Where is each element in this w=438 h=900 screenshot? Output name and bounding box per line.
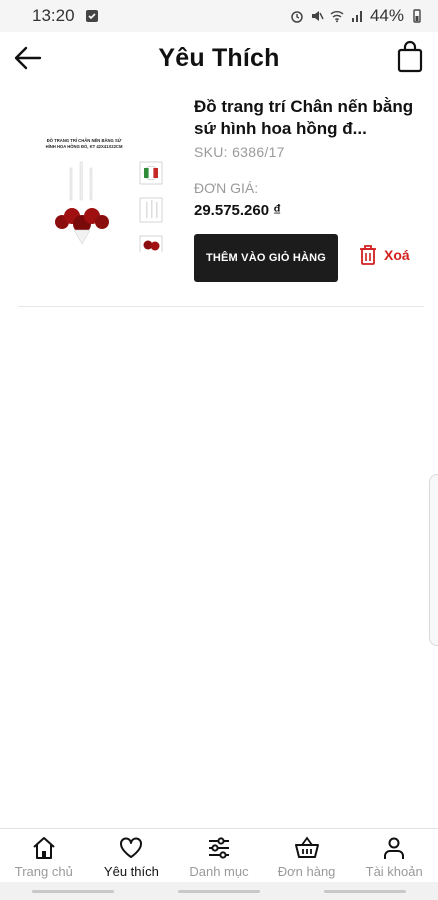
- remove-label: Xoá: [384, 247, 410, 263]
- gesture-pill: [178, 889, 260, 893]
- system-gesture-bar: [0, 882, 438, 900]
- mute-icon: [311, 11, 324, 21]
- nav-label: Trang chủ: [14, 864, 73, 879]
- basket-icon: [294, 836, 319, 858]
- bottom-nav: Trang chủ Yêu thích Danh mục Đơn hàng Tà…: [0, 828, 438, 883]
- remove-button[interactable]: Xoá: [358, 244, 410, 266]
- nav-item-categories[interactable]: Danh mục: [175, 829, 263, 883]
- battery-icon: [413, 9, 421, 23]
- app-bar: Yêu Thích: [0, 32, 438, 84]
- user-icon: [384, 837, 405, 859]
- battery-percent: 44%: [369, 6, 404, 25]
- nav-item-home[interactable]: Trang chủ: [0, 829, 88, 883]
- nav-label: Tài khoản: [365, 864, 423, 879]
- nav-item-account[interactable]: Tài khoản: [350, 829, 438, 883]
- product-name[interactable]: Đồ trang trí Chân nến bằng sứ hình hoa h…: [194, 96, 420, 140]
- item-divider: [18, 306, 424, 307]
- trash-icon: [360, 245, 376, 265]
- back-arrow-icon[interactable]: [12, 42, 44, 74]
- download-check-icon: [85, 10, 98, 22]
- status-bar: 13:20 44%: [0, 0, 438, 32]
- edge-panel-handle[interactable]: [429, 474, 438, 646]
- product-price: 29.575.260 ₫: [194, 202, 281, 219]
- thumbnail-caption-line1: ĐỒ TRANG TRÍ CHÂN NẾN BẰNG SỨ: [47, 138, 122, 143]
- page-title: Yêu Thích: [158, 43, 280, 72]
- wifi-icon: [330, 11, 344, 23]
- status-time: 13:20: [32, 6, 75, 25]
- gesture-pill: [324, 889, 406, 893]
- wishlist-item: ĐỒ TRANG TRÍ CHÂN NẾN BẰNG SỨ HÌNH HOA H…: [18, 92, 424, 304]
- shopping-bag-icon[interactable]: [396, 40, 424, 74]
- nav-label: Danh mục: [189, 864, 249, 879]
- heart-icon: [120, 837, 143, 858]
- nav-item-orders[interactable]: Đơn hàng: [263, 829, 351, 883]
- sliders-icon: [208, 837, 229, 859]
- price-label: ĐƠN GIÁ:: [194, 180, 259, 196]
- nav-label: Yêu thích: [103, 864, 159, 879]
- gesture-pill: [32, 889, 114, 893]
- product-sku: SKU: 6386/17: [194, 144, 285, 160]
- product-thumbnail[interactable]: ĐỒ TRANG TRÍ CHÂN NẾN BẰNG SỨ HÌNH HOA H…: [36, 112, 176, 252]
- thumbnail-caption-line2: HÌNH HOA HỒNG ĐỎ, KT 42X41X22CM: [46, 144, 123, 149]
- alarm-icon: [291, 11, 303, 23]
- add-to-cart-button[interactable]: THÊM VÀO GIỎ HÀNG: [194, 234, 338, 282]
- home-icon: [33, 837, 55, 859]
- nav-item-wishlist[interactable]: Yêu thích: [88, 829, 176, 883]
- signal-icon: [351, 11, 362, 22]
- nav-label: Đơn hàng: [277, 864, 336, 879]
